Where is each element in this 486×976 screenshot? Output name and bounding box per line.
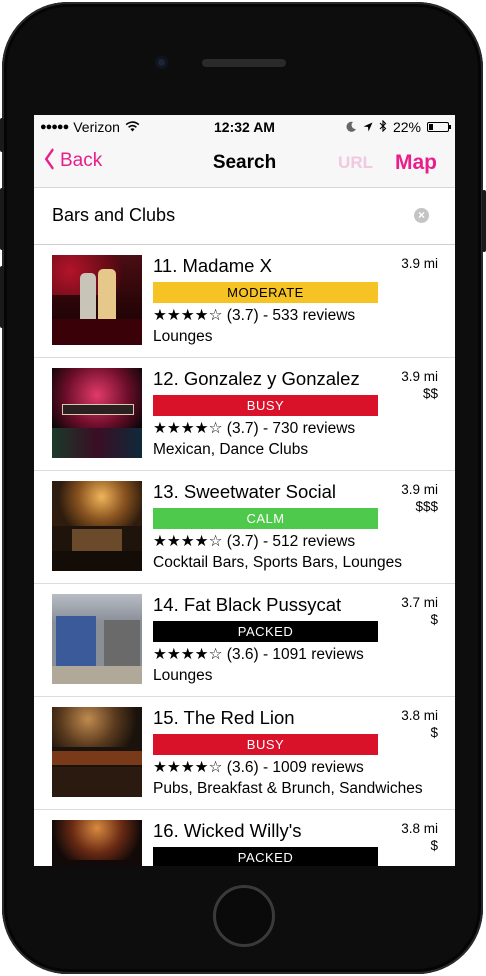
crowd-status-badge: MODERATE [153, 282, 378, 303]
volume-up-button[interactable] [0, 188, 4, 250]
status-bar: ●●●●● Verizon 12:32 AM 22% [34, 115, 455, 139]
price-level: $$ [422, 386, 438, 401]
page-title: Search [212, 152, 277, 173]
map-button[interactable]: Map [395, 151, 437, 175]
volume-down-button[interactable] [0, 266, 4, 328]
venue-categories: Lounges [153, 667, 213, 684]
venue-photo [52, 594, 142, 684]
bluetooth-icon [379, 119, 387, 135]
crowd-status-badge: PACKED [153, 621, 378, 642]
price-level: $$$ [415, 499, 438, 514]
list-item[interactable]: 14. Fat Black Pussycat PACKED ★★★★☆ (3.6… [34, 584, 455, 697]
venue-categories: Mexican, Dance Clubs [153, 441, 309, 458]
app-screen: ●●●●● Verizon 12:32 AM 22% Back Search U… [34, 115, 455, 866]
crowd-status-badge: BUSY [153, 395, 378, 416]
venue-photo [52, 255, 142, 345]
distance: 3.7 mi [401, 595, 438, 610]
navigation-bar: Back Search URL Map [34, 139, 455, 188]
list-item[interactable]: 15. The Red Lion BUSY ★★★★☆ (3.6) - 1009… [34, 697, 455, 810]
price-level: $ [430, 612, 438, 627]
distance: 3.9 mi [401, 482, 438, 497]
results-list: 11. Madame X MODERATE ★★★★☆ (3.7) - 533 … [34, 245, 455, 866]
battery-icon [427, 122, 451, 132]
venue-name: 14. Fat Black Pussycat [153, 594, 342, 615]
venue-categories: Cocktail Bars, Sports Bars, Lounges [153, 554, 402, 571]
venue-categories: Lounges [153, 328, 213, 345]
crowd-status-badge: BUSY [153, 734, 378, 755]
moon-icon [346, 119, 357, 135]
distance: 3.9 mi [401, 256, 438, 271]
rating-text: ★★★★☆ (3.6) - 1091 reviews [153, 646, 364, 663]
venue-name: 13. Sweetwater Social [153, 481, 337, 502]
front-camera [155, 56, 168, 69]
battery-percent: 22% [392, 119, 421, 135]
crowd-status-badge: CALM [153, 508, 378, 529]
list-item[interactable]: 16. Wicked Willy's PACKED 3.8 mi $ [34, 810, 455, 866]
crowd-status-badge: PACKED [153, 847, 378, 866]
venue-photo [52, 481, 142, 571]
clear-search-icon[interactable]: × [414, 208, 429, 223]
rating-text: ★★★★☆ (3.7) - 512 reviews [153, 533, 356, 550]
distance: 3.8 mi [401, 708, 438, 723]
rating-text: ★★★★☆ (3.7) - 533 reviews [153, 307, 356, 324]
venue-name: 16. Wicked Willy's [153, 820, 302, 841]
url-button[interactable]: URL [338, 153, 373, 173]
phone-frame: ●●●●● Verizon 12:32 AM 22% Back Search U… [2, 2, 483, 974]
list-item[interactable]: 11. Madame X MODERATE ★★★★☆ (3.7) - 533 … [34, 245, 455, 358]
location-arrow-icon [363, 119, 373, 135]
distance: 3.8 mi [401, 821, 438, 836]
distance: 3.9 mi [401, 369, 438, 384]
home-button[interactable] [213, 885, 275, 947]
list-item[interactable]: 12. Gonzalez y Gonzalez BUSY ★★★★☆ (3.7)… [34, 358, 455, 471]
venue-photo [52, 820, 142, 866]
venue-categories: Pubs, Breakfast & Brunch, Sandwiches [153, 780, 423, 797]
search-input[interactable]: Bars and Clubs [52, 205, 175, 226]
venue-photo [52, 368, 142, 458]
price-level: $ [430, 838, 438, 853]
earpiece-speaker [202, 59, 286, 67]
venue-name: 15. The Red Lion [153, 707, 295, 728]
venue-name: 12. Gonzalez y Gonzalez [153, 368, 360, 389]
rating-text: ★★★★☆ (3.7) - 730 reviews [153, 420, 356, 437]
power-button[interactable] [482, 190, 486, 252]
rating-text: ★★★★☆ (3.6) - 1009 reviews [153, 759, 364, 776]
search-bar[interactable]: Bars and Clubs × [34, 188, 455, 245]
mute-switch[interactable] [0, 118, 4, 152]
price-level: $ [430, 725, 438, 740]
venue-name: 11. Madame X [153, 255, 272, 276]
venue-photo [52, 707, 142, 797]
list-item[interactable]: 13. Sweetwater Social CALM ★★★★☆ (3.7) -… [34, 471, 455, 584]
